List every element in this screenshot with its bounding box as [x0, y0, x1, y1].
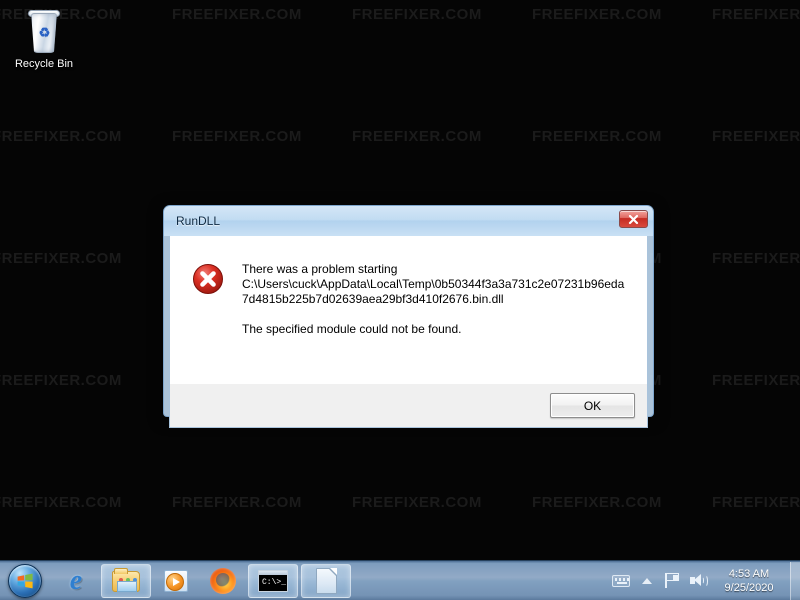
dialog-title: RunDLL	[176, 214, 221, 228]
watermark-text: FREEFIXER.COM	[352, 494, 482, 511]
firefox-icon	[208, 566, 238, 596]
watermark-text: FREEFIXER.COM	[0, 250, 122, 267]
clock-time: 4:53 AM	[728, 567, 770, 580]
taskbar[interactable]: e C:\>_ 4:53 AM 9/25/2020	[0, 560, 800, 600]
command-prompt-icon: C:\>_	[258, 566, 288, 596]
folder-icon	[111, 566, 141, 596]
taskbar-button-document[interactable]	[301, 563, 351, 598]
dialog-message: There was a problem starting C:\Users\cu…	[242, 262, 624, 384]
recycle-bin-label: Recycle Bin	[14, 58, 74, 70]
watermark-text: FREEFIXER.COM	[172, 494, 302, 511]
taskbar-button-windows-explorer[interactable]	[101, 563, 151, 598]
start-button[interactable]	[2, 562, 48, 600]
recycle-bin-icon: ♻	[20, 8, 68, 56]
dialog-titlebar[interactable]: RunDLL	[164, 206, 653, 236]
message-line-2: C:\Users\cuck\AppData\Local\Temp\0b50344…	[242, 277, 625, 291]
tablet-input-panel-icon[interactable]	[608, 566, 634, 596]
error-x-icon	[192, 263, 224, 295]
taskbar-button-firefox[interactable]	[201, 564, 245, 598]
internet-explorer-icon: e	[69, 564, 83, 596]
show-desktop-button[interactable]	[790, 561, 800, 600]
media-player-icon	[161, 566, 191, 596]
ok-button[interactable]: OK	[550, 393, 635, 418]
watermark-text: FREEFIXER.COM	[0, 494, 122, 511]
taskbar-button-command-prompt[interactable]: C:\>_	[248, 563, 298, 598]
watermark-text: FREEFIXER.COM	[712, 250, 800, 267]
watermark-text: FREEFIXER.COM	[352, 128, 482, 145]
taskbar-button-windows-media-player[interactable]	[154, 564, 198, 598]
taskbar-buttons[interactable]: e C:\>_	[54, 563, 351, 598]
dialog-body: There was a problem starting C:\Users\cu…	[169, 236, 648, 384]
recycle-symbol-icon: ♻	[38, 25, 51, 40]
watermark-text: FREEFIXER.COM	[172, 128, 302, 145]
watermark-text: FREEFIXER.COM	[532, 128, 662, 145]
watermark-text: FREEFIXER.COM	[0, 128, 122, 145]
watermark-text: FREEFIXER.COM	[172, 6, 302, 23]
watermark-text: FREEFIXER.COM	[0, 372, 122, 389]
windows-logo-icon	[8, 563, 42, 598]
action-center-flag-icon[interactable]	[660, 566, 686, 596]
desktop-icon-recycle-bin[interactable]: ♻ Recycle Bin	[8, 8, 80, 71]
watermark-text: FREEFIXER.COM	[712, 372, 800, 389]
rundll-error-dialog[interactable]: RunDLL There was a problem starting C:\U…	[163, 205, 654, 428]
volume-speaker-icon[interactable]	[686, 566, 712, 596]
watermark-text: FREEFIXER.COM	[712, 494, 800, 511]
watermark-text: FREEFIXER.COM	[352, 6, 482, 23]
desktop[interactable]: FREEFIXER.COM FREEFIXER.COM FREEFIXER.COM F…	[0, 0, 800, 600]
close-icon[interactable]	[619, 210, 648, 228]
system-tray[interactable]: 4:53 AM 9/25/2020	[608, 561, 800, 600]
document-icon	[311, 566, 341, 596]
show-hidden-icons-icon[interactable]	[634, 566, 660, 596]
taskbar-button-internet-explorer[interactable]: e	[54, 564, 98, 598]
watermark-text: FREEFIXER.COM	[532, 494, 662, 511]
message-line-1: There was a problem starting	[242, 262, 398, 276]
watermark-text: FREEFIXER.COM	[712, 6, 800, 23]
clock[interactable]: 4:53 AM 9/25/2020	[712, 567, 786, 595]
clock-date: 9/25/2020	[724, 581, 774, 594]
watermark-text: FREEFIXER.COM	[532, 6, 662, 23]
message-line-4: The specified module could not be found.	[242, 322, 462, 336]
message-line-3: 7d4815b225b7d02639aea29bf3d410f2676.bin.…	[242, 292, 504, 306]
dialog-footer: OK	[169, 384, 648, 428]
watermark-text: FREEFIXER.COM	[712, 128, 800, 145]
command-prompt-text: C:\>_	[262, 577, 287, 587]
